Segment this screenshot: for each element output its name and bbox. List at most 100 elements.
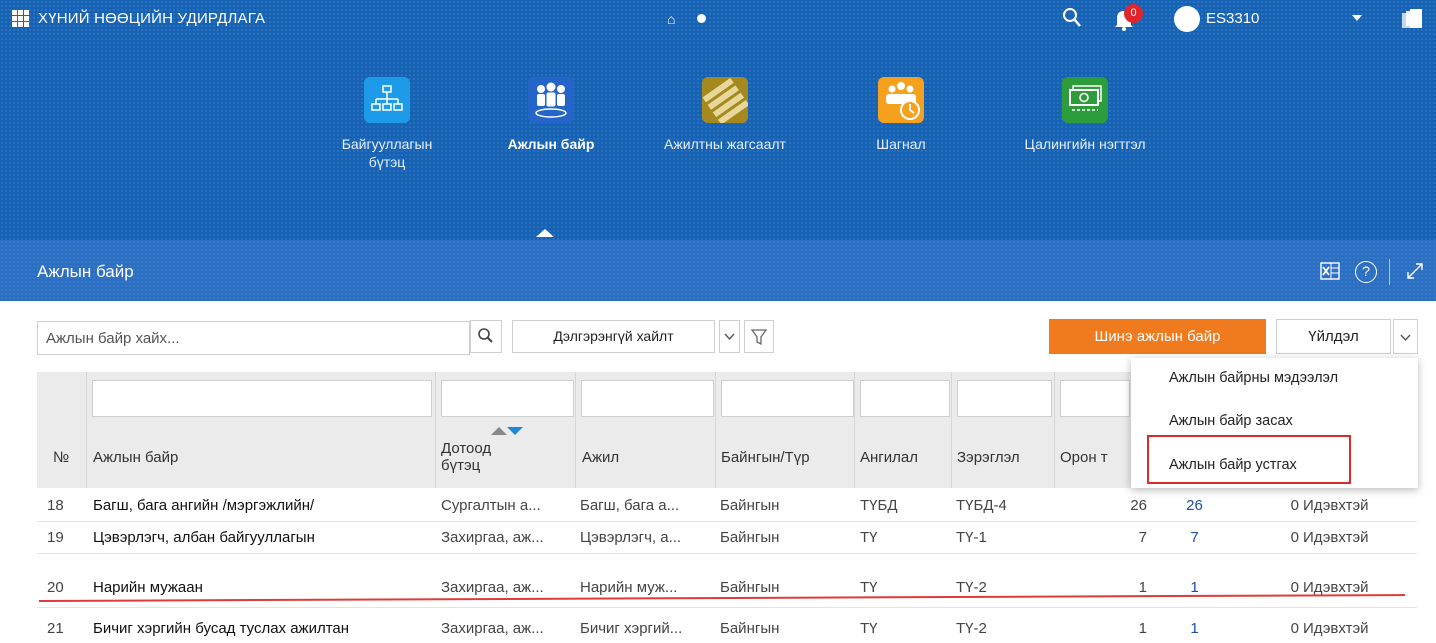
notification-badge: 0 [1124, 4, 1143, 23]
module-salary[interactable]: Цалингийн нэгтгэл [1020, 77, 1150, 153]
top-bar: ХҮНИЙ НӨӨЦИЙН УДИРДЛАГА ⌂ 0 ES3310 [0, 0, 1436, 37]
cell-unit: Захиргаа, аж... [441, 579, 544, 596]
expand-icon[interactable] [1404, 260, 1426, 282]
documents-icon[interactable] [1400, 8, 1424, 30]
org-structure-icon [364, 77, 410, 123]
cell-job: Нарийн муж... [580, 579, 678, 596]
filter-cell-seats[interactable] [1060, 380, 1130, 417]
search-input[interactable] [37, 321, 470, 355]
filter-cell-grade[interactable] [957, 380, 1052, 417]
filter-cell-unit[interactable] [441, 380, 574, 417]
help-icon[interactable]: ? [1355, 261, 1377, 283]
cell-vacant: 0 [1290, 620, 1299, 637]
cell-name[interactable]: Цэвэрлэгч, албан байгууллагын [93, 529, 433, 546]
cell-no: 20 [47, 579, 64, 596]
cell-no: 19 [47, 529, 64, 546]
cell-unit: Сургалтын а... [441, 497, 541, 514]
cell-name[interactable]: Нарийн мужаан [93, 579, 433, 596]
actions-button[interactable]: Үйлдэл [1276, 319, 1391, 354]
annotation-highlight-box [1147, 435, 1351, 484]
column-header-category[interactable]: Ангилал [860, 449, 918, 466]
cell-type: Байнгын [720, 497, 780, 514]
cell-filled[interactable]: 1 [1167, 579, 1222, 596]
cell-unit: Захиргаа, аж... [441, 529, 544, 546]
salary-icon [1062, 77, 1108, 123]
column-header-seats[interactable]: Орон т [1060, 449, 1108, 466]
cell-grade: ТҮ-2 [956, 579, 987, 596]
cell-job: Бичиг хэргий... [580, 620, 683, 637]
home-icon[interactable]: ⌂ [667, 11, 675, 27]
module-label: Ажилтны жагсаалт [664, 136, 786, 152]
menu-item-workplace-info[interactable]: Ажлын байрны мэдээлэл [1169, 370, 1338, 386]
column-divider [86, 372, 87, 488]
search-button[interactable] [470, 320, 502, 353]
table-row[interactable]: 19 Цэвэрлэгч, албан байгууллагын Захирга… [37, 522, 1417, 552]
column-divider [435, 372, 436, 488]
sort-descending-icon[interactable] [507, 427, 523, 435]
cell-job: Цэвэрлэгч, а... [580, 529, 682, 546]
search-icon[interactable] [1062, 7, 1082, 29]
app-grid-icon[interactable] [12, 10, 29, 27]
cell-type: Байнгын [720, 579, 780, 596]
filter-cell-name[interactable] [92, 380, 432, 417]
row-divider [37, 607, 1417, 608]
cell-filled[interactable]: 1 [1167, 620, 1222, 637]
filter-cell-job[interactable] [581, 380, 714, 417]
actions-dropdown-toggle[interactable] [1393, 319, 1418, 354]
cell-type: Байнгын [720, 620, 780, 637]
column-divider [715, 372, 716, 488]
chevron-down-icon[interactable] [1352, 15, 1362, 21]
table-row[interactable]: 21 Бичиг хэргийн бусад туслах ажилтан За… [37, 613, 1417, 643]
advanced-search-dropdown[interactable] [719, 320, 740, 353]
table-row[interactable]: 18 Багш, бага ангийн /мэргэжлийн/ Сургал… [37, 490, 1417, 520]
column-divider [575, 372, 576, 488]
workplace-people-icon [528, 77, 574, 123]
module-workplace[interactable]: Ажлын байр [486, 77, 616, 153]
column-divider [854, 372, 855, 488]
filter-button[interactable] [744, 320, 774, 353]
module-label: Цалингийн нэгтгэл [1024, 136, 1146, 152]
column-divider [1054, 372, 1055, 488]
column-header-unit[interactable]: Дотоод бүтэц [441, 440, 491, 474]
cell-grade: ТҮБД-4 [956, 497, 1007, 514]
excel-icon[interactable] [1320, 262, 1340, 280]
module-employee-list[interactable]: Ажилтны жагсаалт [660, 77, 790, 153]
filter-icon [750, 329, 768, 346]
cell-name[interactable]: Багш, бага ангийн /мэргэжлийн/ [93, 497, 433, 514]
module-navigation: Байгууллагын бүтэц Ажлын байр Ажилтны жа… [0, 37, 1436, 240]
cell-seats: 1 [1138, 620, 1147, 637]
page-title: Ажлын байр [37, 262, 134, 281]
cell-name[interactable]: Бичиг хэргийн бусад туслах ажилтан [93, 620, 433, 637]
sort-ascending-icon[interactable] [491, 427, 507, 435]
module-org-structure[interactable]: Байгууллагын бүтэц [322, 77, 452, 171]
cell-category: ТҮБД [860, 497, 898, 514]
app-title: ХҮНИЙ НӨӨЦИЙН УДИРДЛАГА [38, 10, 266, 27]
user-name[interactable]: ES3310 [1206, 10, 1259, 27]
cell-seats: 1 [1138, 579, 1147, 596]
filter-cell-category[interactable] [860, 380, 950, 417]
cell-vacant: 0 [1290, 529, 1299, 546]
column-header-no[interactable]: № [53, 449, 69, 466]
menu-item-edit-workplace[interactable]: Ажлын байр засах [1169, 413, 1293, 429]
column-header-name[interactable]: Ажлын байр [93, 449, 178, 466]
dot-icon[interactable] [697, 14, 706, 23]
module-award[interactable]: Шагнал [836, 77, 966, 153]
chevron-down-icon [724, 333, 735, 341]
cell-no: 18 [47, 497, 64, 514]
cell-vacant: 0 [1290, 579, 1299, 596]
cell-grade: ТҮ-2 [956, 620, 987, 637]
cell-filled[interactable]: 7 [1167, 529, 1222, 546]
cell-filled[interactable]: 26 [1167, 497, 1222, 514]
cell-category: ТҮ [860, 620, 878, 637]
avatar[interactable] [1174, 6, 1200, 32]
cell-seats: 7 [1138, 529, 1147, 546]
advanced-search-button[interactable]: Дэлгэрэнгүй хайлт [512, 320, 715, 353]
cell-seats: 26 [1130, 497, 1147, 514]
new-workplace-button[interactable]: Шинэ ажлын байр [1049, 319, 1266, 354]
column-header-type[interactable]: Байнгын/Түр [721, 449, 810, 466]
column-header-grade[interactable]: Зэрэглэл [957, 449, 1020, 466]
filter-cell-type[interactable] [721, 380, 854, 417]
column-header-job[interactable]: Ажил [582, 449, 619, 466]
cell-no: 21 [47, 620, 64, 637]
panel-header: Ажлын байр ? [0, 240, 1436, 301]
